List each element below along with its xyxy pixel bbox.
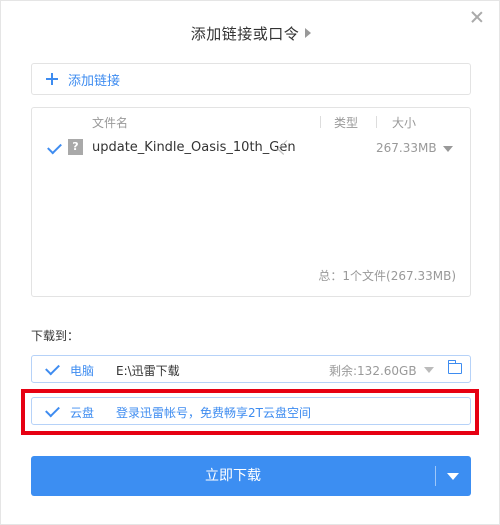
unknown-file-icon: ? (68, 139, 83, 155)
file-size: 267.33MB (376, 141, 437, 155)
dialog-title: 添加链接或口令 (190, 24, 300, 43)
download-now-label: 立即下载 (205, 468, 261, 484)
column-header-size[interactable]: 大小 (392, 114, 416, 131)
file-summary: 总：1个文件(267.33MB) (318, 269, 456, 283)
file-row[interactable]: ? update_Kindle_Oasis_10th_Gen 267.33MB (32, 136, 470, 160)
download-now-button[interactable]: 立即下载 (31, 456, 471, 496)
destination-cloud-row[interactable]: 云盘 登录迅雷帐号，免费畅享2T云盘空间 (31, 397, 471, 425)
file-name: update_Kindle_Oasis_10th_Gen (92, 140, 296, 155)
free-space: 剩余:132.60GB (329, 364, 417, 378)
pc-checkbox-check-icon[interactable] (45, 360, 60, 376)
file-list-header: 文件名 类型 大小 (32, 112, 470, 132)
download-to-label: 下载到： (31, 329, 80, 343)
chevron-down-icon[interactable] (443, 146, 453, 152)
chevron-down-icon[interactable] (447, 473, 459, 480)
title-bar: 添加链接或口令 (1, 19, 500, 47)
add-link-button[interactable]: 添加链接 (31, 63, 471, 95)
triangle-right-icon[interactable] (305, 28, 312, 38)
column-divider (376, 116, 377, 128)
plus-icon (46, 73, 58, 85)
button-divider (435, 466, 436, 486)
close-icon[interactable] (469, 9, 485, 25)
folder-icon[interactable] (447, 360, 462, 374)
destination-type-pc: 电脑 (70, 364, 95, 378)
file-checkbox-check-icon[interactable] (47, 139, 62, 155)
column-header-name[interactable]: 文件名 (92, 114, 128, 131)
chevron-down-icon[interactable] (424, 367, 434, 373)
cloud-login-link[interactable]: 登录迅雷帐号，免费畅享2T云盘空间 (116, 404, 311, 421)
destination-pc-row[interactable]: 电脑 E:\迅雷下载 剩余:132.60GB (31, 355, 471, 383)
destination-path[interactable]: E:\迅雷下载 (116, 362, 180, 379)
column-header-type[interactable]: 类型 (334, 114, 358, 131)
add-link-dialog: 添加链接或口令 添加链接 文件名 类型 大小 ? update_Kindle_O… (0, 0, 500, 525)
add-link-label: 添加链接 (68, 73, 121, 89)
cloud-checkbox-check-icon[interactable] (45, 402, 60, 418)
column-divider (320, 116, 321, 128)
destination-type-cloud: 云盘 (70, 406, 95, 420)
file-list-panel: 文件名 类型 大小 ? update_Kindle_Oasis_10th_Gen… (31, 107, 471, 297)
